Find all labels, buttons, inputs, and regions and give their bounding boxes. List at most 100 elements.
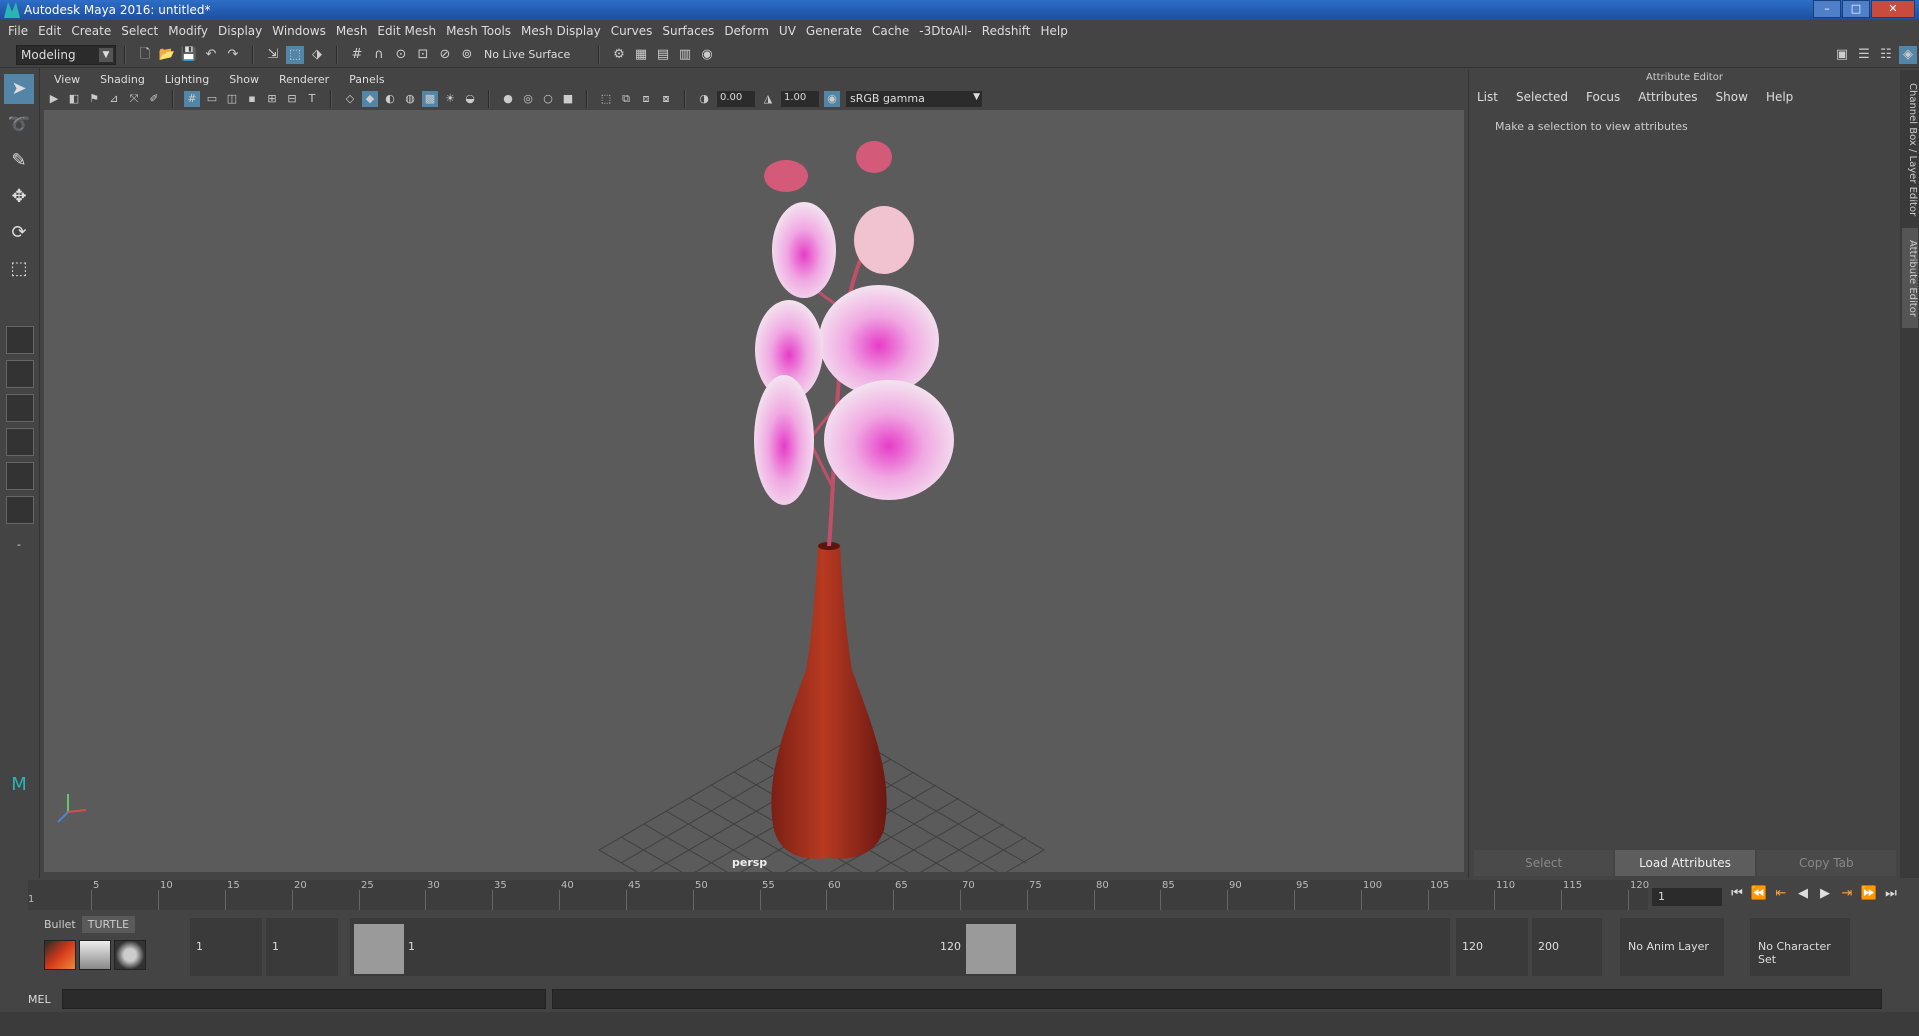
menu-select[interactable]: Select <box>121 24 158 38</box>
lasso-tool-icon[interactable]: ➰ <box>4 110 34 140</box>
screen-space-ao-icon[interactable]: ● <box>500 91 516 107</box>
copy-tab-button[interactable]: Copy Tab <box>1756 850 1896 876</box>
channel-box-tab[interactable]: Channel Box / Layer Editor <box>1902 80 1918 220</box>
attribute-editor-tab[interactable]: Attribute Editor <box>1902 228 1918 328</box>
menu-mesh-display[interactable]: Mesh Display <box>521 24 601 38</box>
menu-windows[interactable]: Windows <box>272 24 326 38</box>
view-transform-select[interactable]: sRGB gamma ▼ <box>846 91 982 107</box>
panel-menu-renderer[interactable]: Renderer <box>279 73 329 86</box>
menu-modify[interactable]: Modify <box>168 24 208 38</box>
paint-select-icon[interactable]: ✎ <box>4 146 34 176</box>
range-track[interactable]: 1 120 <box>350 918 1450 976</box>
step-forward-icon[interactable]: ⏩ <box>1858 886 1880 901</box>
move-tool-icon[interactable]: ✥ <box>4 182 34 212</box>
script-language-toggle[interactable]: MEL <box>28 993 58 1006</box>
image-plane-icon[interactable]: ⊿ <box>106 91 122 107</box>
2d-pan-zoom-icon[interactable]: ⤧ <box>126 91 142 107</box>
snap-view-icon[interactable]: ⊡ <box>414 46 432 64</box>
isolate-select-icon[interactable]: ⬚ <box>598 91 614 107</box>
new-scene-icon[interactable]: 🗋 <box>136 46 154 64</box>
color-management-icon[interactable]: ◉ <box>824 91 840 107</box>
depth-of-field-icon[interactable]: ■ <box>560 91 576 107</box>
menu-file[interactable]: File <box>8 24 28 38</box>
play-forwards-icon[interactable]: ▶ <box>1814 886 1836 901</box>
modeling-toolkit-icon[interactable]: ▣ <box>1833 46 1851 64</box>
single-perspective-layout-icon[interactable] <box>6 326 34 354</box>
menu-help[interactable]: Help <box>1040 24 1067 38</box>
step-back-icon[interactable]: ⏪ <box>1748 886 1770 901</box>
menu-display[interactable]: Display <box>218 24 262 38</box>
menu-curves[interactable]: Curves <box>611 24 653 38</box>
snap-live-icon[interactable]: ⊚ <box>458 46 476 64</box>
playback-start-field[interactable]: 1 <box>266 918 338 976</box>
menu-edit[interactable]: Edit <box>38 24 61 38</box>
maximize-button[interactable]: □ <box>1842 0 1870 18</box>
turtle-sphere-icon[interactable] <box>114 940 146 970</box>
menu-mesh-tools[interactable]: Mesh Tools <box>446 24 511 38</box>
turtle-bake-icon[interactable] <box>79 940 111 970</box>
shelf-tab-bullet[interactable]: Bullet <box>38 916 82 933</box>
flat-shade-icon[interactable]: ◐ <box>382 91 398 107</box>
film-gate-icon[interactable]: ▭ <box>204 91 220 107</box>
scene-end-field[interactable]: 200 <box>1532 918 1602 976</box>
panel-menu-lighting[interactable]: Lighting <box>165 73 209 86</box>
panel-menu-show[interactable]: Show <box>229 73 259 86</box>
select-button[interactable]: Select <box>1474 850 1614 876</box>
camera-attributes-icon[interactable]: ◧ <box>66 91 82 107</box>
rotate-tool-icon[interactable]: ⟳ <box>4 218 34 248</box>
gate-mask-icon[interactable]: ▪ <box>244 91 260 107</box>
tool-settings-icon[interactable]: ☷ <box>1877 46 1895 64</box>
perspective-viewport[interactable]: persp <box>44 110 1464 872</box>
anti-aliasing-icon[interactable]: ○ <box>540 91 556 107</box>
menu-uv[interactable]: UV <box>779 24 796 38</box>
play-backwards-icon[interactable]: ◀ <box>1792 886 1814 901</box>
persp-graph-layout-icon[interactable] <box>6 428 34 456</box>
menu-deform[interactable]: Deform <box>724 24 769 38</box>
open-scene-icon[interactable]: 📂 <box>158 46 176 64</box>
ae-menu-show[interactable]: Show <box>1716 90 1748 104</box>
character-set-select[interactable]: No Character Set <box>1750 918 1850 976</box>
field-chart-icon[interactable]: ⊞ <box>264 91 280 107</box>
wireframe-on-shaded-icon[interactable]: ◍ <box>402 91 418 107</box>
panel-menu-view[interactable]: View <box>54 73 80 86</box>
menu-3dtoall[interactable]: -3DtoAll- <box>919 24 971 38</box>
hypershade-icon[interactable]: ◉ <box>698 46 716 64</box>
select-component-icon[interactable]: ⬗ <box>308 46 326 64</box>
range-start-handle[interactable] <box>354 924 404 974</box>
ae-menu-focus[interactable]: Focus <box>1586 90 1620 104</box>
turtle-render-icon[interactable] <box>44 940 76 970</box>
ae-menu-list[interactable]: List <box>1477 90 1498 104</box>
persp-graph-hypergraph-layout-icon[interactable] <box>6 496 34 524</box>
render-view-icon[interactable]: ▥ <box>676 46 694 64</box>
xray-joints-icon[interactable]: ⧈ <box>638 91 654 107</box>
menu-create[interactable]: Create <box>71 24 111 38</box>
timeline-track[interactable]: 1 5 10 15 20 25 30 35 40 45 50 55 60 65 70 75 80 85 90 95 1… <box>28 880 1649 910</box>
persp-hypershade-layout-icon[interactable] <box>6 462 34 490</box>
textured-icon[interactable]: ▩ <box>422 91 438 107</box>
four-view-layout-icon[interactable] <box>6 360 34 388</box>
ipr-render-icon[interactable]: ▤ <box>654 46 672 64</box>
step-back-key-icon[interactable]: ⇤ <box>1770 886 1792 901</box>
select-camera-icon[interactable]: ▶ <box>46 91 62 107</box>
range-end-handle[interactable] <box>966 924 1016 974</box>
scale-tool-icon[interactable]: ⬚ <box>4 254 34 284</box>
grid-icon[interactable]: # <box>184 91 200 107</box>
exposure-field[interactable]: 0.00 <box>717 91 755 107</box>
ae-menu-attributes[interactable]: Attributes <box>1638 90 1697 104</box>
exposure-icon[interactable]: ◑ <box>696 91 712 107</box>
gamma-icon[interactable]: ◮ <box>760 91 776 107</box>
ae-menu-help[interactable]: Help <box>1766 90 1793 104</box>
step-forward-key-icon[interactable]: ⇥ <box>1836 886 1858 901</box>
select-hierarchy-icon[interactable]: ⇲ <box>264 46 282 64</box>
use-all-lights-icon[interactable]: ☀ <box>442 91 458 107</box>
playback-end-field[interactable]: 120 <box>1456 918 1528 976</box>
select-object-icon[interactable]: ⬚ <box>286 45 304 64</box>
attribute-editor-toggle-icon[interactable]: ☰ <box>1855 46 1873 64</box>
anim-layer-select[interactable]: No Anim Layer <box>1620 918 1724 976</box>
load-attributes-button[interactable]: Load Attributes <box>1615 850 1755 876</box>
save-scene-icon[interactable]: 💾 <box>180 46 198 64</box>
undo-icon[interactable]: ↶ <box>202 46 220 64</box>
custom-layout-icon[interactable]: - <box>4 530 34 560</box>
render-settings-icon[interactable]: ⚙ <box>610 46 628 64</box>
snap-point-icon[interactable]: ⊙ <box>392 46 410 64</box>
